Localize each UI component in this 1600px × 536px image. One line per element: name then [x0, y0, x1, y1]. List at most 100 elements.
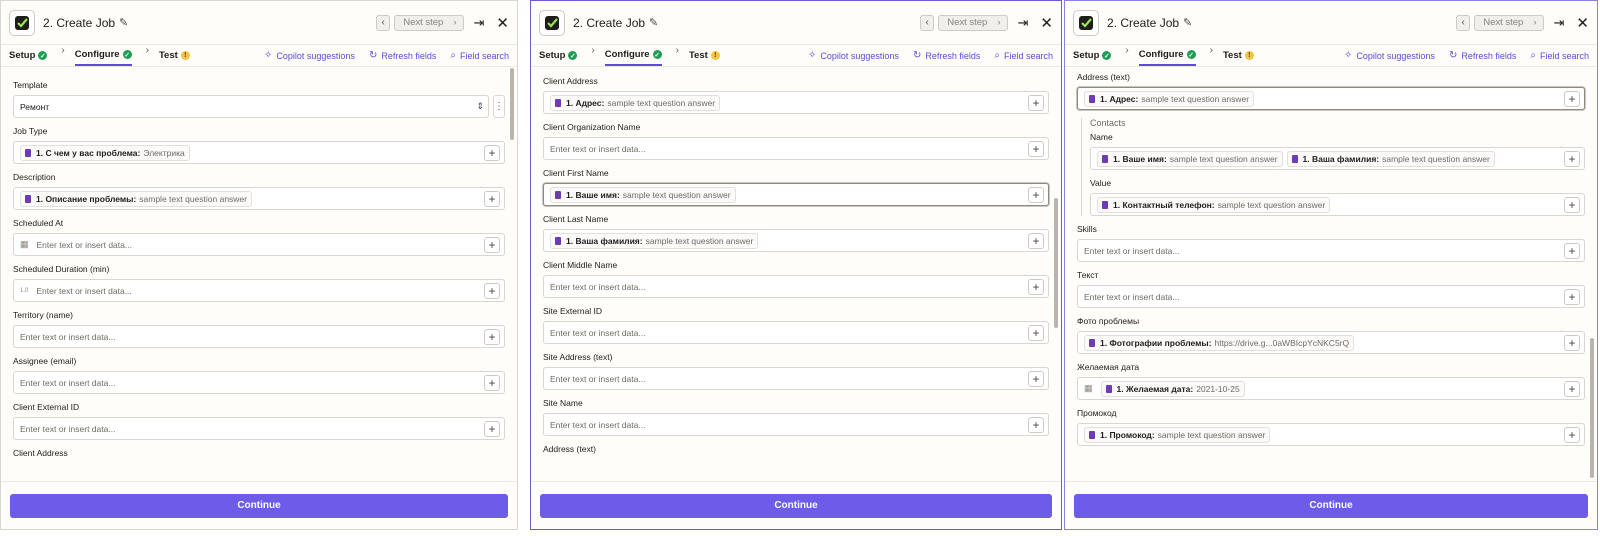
tab-setup[interactable]: Setup ✓: [1073, 45, 1112, 66]
refresh-fields-button[interactable]: ↻ Refresh fields: [369, 50, 436, 61]
site-address-input[interactable]: Enter text or insert data... +: [543, 367, 1049, 390]
tab-configure[interactable]: Configure ✓: [1138, 45, 1196, 66]
data-pill[interactable]: 1. Ваша фамилия: sample text question ans…: [550, 232, 759, 249]
data-pill[interactable]: 1. Описание проблемы: sample text questio…: [20, 190, 252, 207]
insert-data-button[interactable]: +: [1028, 324, 1044, 341]
insert-data-button[interactable]: +: [1564, 334, 1580, 351]
field-search-button[interactable]: ⌕ Field search: [450, 50, 509, 61]
copilot-suggestions-button[interactable]: ✧ Copilot suggestions: [264, 50, 355, 61]
insert-data-button[interactable]: +: [1028, 278, 1044, 295]
insert-data-button[interactable]: +: [1028, 186, 1044, 203]
collapse-panel-icon[interactable]: ⇥: [1554, 15, 1565, 31]
step-title[interactable]: 2. Create Job: [43, 16, 115, 30]
data-pill[interactable]: 1. С чем у вас проблема: Электрика: [20, 144, 190, 161]
close-icon[interactable]: ✕: [1040, 14, 1053, 32]
insert-data-button[interactable]: +: [1564, 196, 1580, 213]
tab-setup[interactable]: Setup ✓: [539, 45, 578, 66]
insert-data-button[interactable]: +: [1564, 426, 1580, 443]
address-text-input[interactable]: 1. Адрес: sample text question answer +: [1077, 87, 1585, 110]
data-pill[interactable]: 1. Фотографии проблемы: https://drive.g..…: [1084, 334, 1355, 351]
scrollbar[interactable]: [510, 68, 514, 140]
close-icon[interactable]: ✕: [1576, 14, 1589, 32]
insert-data-button[interactable]: +: [484, 144, 500, 161]
next-step-button[interactable]: Next step ›: [1474, 14, 1544, 31]
insert-data-button[interactable]: +: [484, 420, 500, 437]
collapse-panel-icon[interactable]: ⇥: [1018, 15, 1029, 31]
insert-data-button[interactable]: +: [1564, 90, 1580, 107]
more-options-icon[interactable]: ⋮: [493, 95, 505, 118]
data-pill[interactable]: 1. Промокод: sample text question answer: [1084, 426, 1271, 443]
refresh-fields-button[interactable]: ↻ Refresh fields: [913, 50, 980, 61]
insert-data-button[interactable]: +: [484, 328, 500, 345]
form-body[interactable]: Address (text) 1. Адрес: sample text ques…: [1065, 68, 1597, 481]
scrollbar[interactable]: [1590, 338, 1594, 478]
scheduled-at-input[interactable]: ▦ Enter text or insert data... +: [13, 233, 505, 256]
insert-data-button[interactable]: +: [1028, 232, 1044, 249]
previous-step-button[interactable]: ‹: [1456, 14, 1471, 31]
contact-value-input[interactable]: 1. Контактный телефон: sample text questi…: [1090, 193, 1585, 216]
insert-data-button[interactable]: +: [484, 236, 500, 253]
insert-data-button[interactable]: +: [1564, 288, 1580, 305]
data-pill[interactable]: 1. Желаемая дата: 2021-10-25: [1100, 380, 1245, 397]
tab-test[interactable]: Test!: [1223, 45, 1254, 66]
data-pill[interactable]: 1. Ваше имя: sample text question answer: [550, 186, 736, 203]
data-pill[interactable]: 1. Адрес: sample text question answer: [550, 94, 721, 111]
edit-pencil-icon[interactable]: ✎: [119, 16, 128, 29]
insert-data-button[interactable]: +: [1028, 370, 1044, 387]
insert-data-button[interactable]: +: [1028, 140, 1044, 157]
data-pill[interactable]: 1. Контактный телефон: sample text questi…: [1097, 196, 1331, 213]
insert-data-button[interactable]: +: [1564, 242, 1580, 259]
next-step-button[interactable]: Next step ›: [394, 14, 464, 31]
tab-test[interactable]: Test!: [689, 45, 720, 66]
tab-test[interactable]: Test!: [159, 45, 190, 66]
insert-data-button[interactable]: +: [1564, 380, 1580, 397]
territory-input[interactable]: Enter text or insert data... +: [13, 325, 505, 348]
data-pill[interactable]: 1. Ваше имя: sample text question answer: [1097, 150, 1283, 167]
close-icon[interactable]: ✕: [496, 14, 509, 32]
description-input[interactable]: 1. Описание проблемы: sample text questio…: [13, 187, 505, 210]
photo-input[interactable]: 1. Фотографии проблемы: https://drive.g..…: [1077, 331, 1585, 354]
tab-configure[interactable]: Configure ✓: [74, 45, 132, 66]
site-external-id-input[interactable]: Enter text or insert data... +: [543, 321, 1049, 344]
continue-button[interactable]: Continue: [1074, 493, 1588, 518]
edit-pencil-icon[interactable]: ✎: [649, 16, 658, 29]
client-first-name-input[interactable]: 1. Ваше имя: sample text question answer …: [543, 183, 1049, 206]
job-type-input[interactable]: 1. С чем у вас проблема: Электрика +: [13, 141, 505, 164]
client-middle-name-input[interactable]: Enter text or insert data... +: [543, 275, 1049, 298]
field-search-button[interactable]: ⌕ Field search: [994, 50, 1053, 61]
continue-button[interactable]: Continue: [540, 493, 1052, 518]
copilot-suggestions-button[interactable]: ✧ Copilot suggestions: [1344, 50, 1435, 61]
skills-input[interactable]: Enter text or insert data... +: [1077, 239, 1585, 262]
copilot-suggestions-button[interactable]: ✧ Copilot suggestions: [808, 50, 899, 61]
collapse-panel-icon[interactable]: ⇥: [474, 15, 485, 31]
client-external-id-input[interactable]: Enter text or insert data... +: [13, 417, 505, 440]
tab-configure[interactable]: Configure ✓: [604, 45, 662, 66]
scrollbar[interactable]: [1054, 198, 1058, 328]
continue-button[interactable]: Continue: [10, 493, 508, 518]
assignee-input[interactable]: Enter text or insert data... +: [13, 371, 505, 394]
tab-setup[interactable]: Setup ✓: [9, 45, 48, 66]
site-name-input[interactable]: Enter text or insert data... +: [543, 413, 1049, 436]
next-step-button[interactable]: Next step ›: [938, 14, 1008, 31]
form-body[interactable]: Client Address 1. Адрес: sample text ques…: [531, 68, 1061, 481]
edit-pencil-icon[interactable]: ✎: [1183, 16, 1192, 29]
refresh-fields-button[interactable]: ↻ Refresh fields: [1449, 50, 1516, 61]
form-body[interactable]: Template Ремонт ⇕ ⋮ Job Type 1. С чем у …: [1, 68, 517, 481]
data-pill[interactable]: 1. Адрес: sample text question answer: [1084, 90, 1255, 107]
contact-name-input[interactable]: 1. Ваше имя: sample text question answer …: [1090, 147, 1585, 170]
data-pill[interactable]: 1. Ваша фамилия: sample text question ans…: [1286, 150, 1495, 167]
client-last-name-input[interactable]: 1. Ваша фамилия: sample text question ans…: [543, 229, 1049, 252]
template-select[interactable]: Ремонт ⇕: [13, 95, 489, 118]
step-title[interactable]: 2. Create Job: [573, 16, 645, 30]
step-title[interactable]: 2. Create Job: [1107, 16, 1179, 30]
promo-input[interactable]: 1. Промокод: sample text question answer …: [1077, 423, 1585, 446]
previous-step-button[interactable]: ‹: [920, 14, 935, 31]
insert-data-button[interactable]: +: [1028, 94, 1044, 111]
insert-data-button[interactable]: +: [1028, 416, 1044, 433]
scheduled-duration-input[interactable]: 1.0 Enter text or insert data... +: [13, 279, 505, 302]
previous-step-button[interactable]: ‹: [376, 14, 391, 31]
text-input[interactable]: Enter text or insert data... +: [1077, 285, 1585, 308]
client-org-input[interactable]: Enter text or insert data... +: [543, 137, 1049, 160]
insert-data-button[interactable]: +: [484, 190, 500, 207]
insert-data-button[interactable]: +: [484, 282, 500, 299]
